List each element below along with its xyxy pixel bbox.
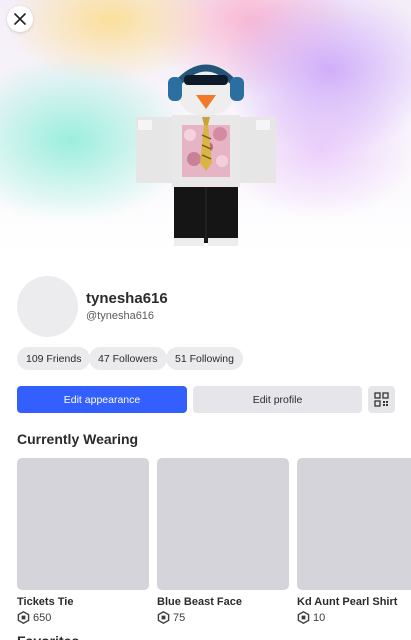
edit-appearance-button[interactable]: Edit appearance bbox=[17, 386, 187, 413]
item-price: 75 bbox=[157, 611, 289, 624]
qr-code-icon bbox=[374, 392, 389, 407]
following-pill[interactable]: 51 Following bbox=[166, 347, 243, 370]
display-name: tynesha616 bbox=[86, 290, 168, 307]
wearing-item-card[interactable]: Tickets Tie 650 bbox=[17, 458, 149, 624]
wearing-item-card[interactable]: Blue Beast Face 75 bbox=[157, 458, 289, 624]
item-name: Blue Beast Face bbox=[157, 596, 242, 608]
robux-icon bbox=[17, 611, 30, 624]
item-price: 10 bbox=[297, 611, 411, 624]
close-button[interactable] bbox=[7, 6, 33, 32]
avatar-character[interactable] bbox=[132, 55, 280, 250]
close-icon bbox=[14, 13, 26, 25]
username: @tynesha616 bbox=[86, 310, 155, 322]
item-thumbnail[interactable] bbox=[157, 458, 289, 590]
item-price-value: 650 bbox=[33, 611, 52, 624]
item-thumbnail[interactable] bbox=[297, 458, 411, 590]
item-price: 650 bbox=[17, 611, 149, 624]
followers-pill[interactable]: 47 Followers bbox=[89, 347, 167, 370]
friends-pill[interactable]: 109 Friends bbox=[17, 347, 91, 370]
item-name: Tickets Tie bbox=[17, 596, 74, 608]
currently-wearing-title: Currently Wearing bbox=[17, 431, 139, 447]
profile-avatar[interactable] bbox=[17, 276, 78, 337]
item-price-value: 10 bbox=[313, 611, 326, 624]
robux-icon bbox=[297, 611, 310, 624]
item-name: Kd Aunt Pearl Shirt bbox=[297, 596, 398, 608]
item-thumbnail[interactable] bbox=[17, 458, 149, 590]
edit-profile-button[interactable]: Edit profile bbox=[193, 386, 362, 413]
favorites-title: Favorites bbox=[17, 630, 79, 640]
qr-code-button[interactable] bbox=[368, 386, 395, 413]
item-price-value: 75 bbox=[173, 611, 186, 624]
wearing-item-card[interactable]: Kd Aunt Pearl Shirt 10 bbox=[297, 458, 411, 624]
robux-icon bbox=[157, 611, 170, 624]
